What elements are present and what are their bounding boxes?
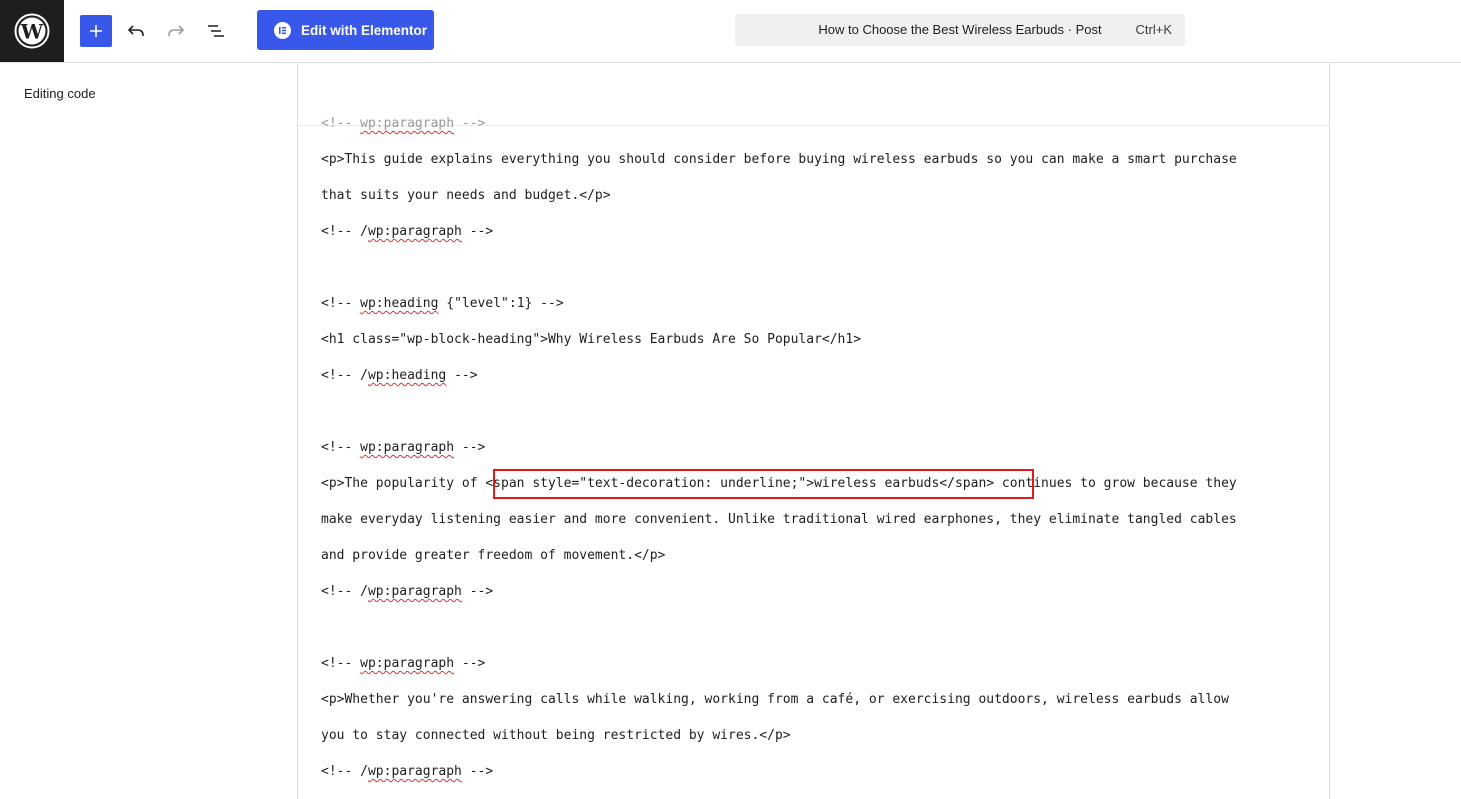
redo-button[interactable] — [160, 15, 192, 47]
redo-icon — [168, 25, 185, 36]
code-comment-open: <!-- / — [321, 764, 368, 779]
keyboard-shortcut: Ctrl+K — [1135, 22, 1172, 37]
code-comment-open: <!-- / — [321, 224, 368, 239]
code-comment-close: --> — [461, 224, 494, 239]
edit-with-elementor-button[interactable]: Edit with Elementor — [257, 10, 434, 50]
code-comment-close: --> — [461, 764, 494, 779]
document-overview-icon — [208, 25, 224, 37]
code-line: <!-- wp:heading {"level":1} --> — [321, 286, 1306, 322]
code-editor-textarea[interactable]: <!-- wp:paragraph --> <p>This guide expla… — [321, 106, 1306, 790]
code-line: <!-- /wp:heading --> — [321, 358, 1306, 394]
code-comment-close: {"level":1} --> — [438, 296, 564, 311]
svg-text:W: W — [20, 20, 44, 44]
command-palette-trigger[interactable]: How to Choose the Best Wireless Earbuds … — [735, 14, 1185, 46]
code-line: <!-- wp:paragraph --> — [321, 646, 1306, 682]
code-line: you to stay connected without being rest… — [321, 728, 791, 743]
block-name: wp:paragraph — [360, 440, 455, 455]
code-comment-close: --> — [454, 440, 486, 455]
elementor-icon — [274, 21, 291, 39]
plus-icon — [90, 25, 102, 37]
code-comment-open: <!-- — [321, 296, 361, 311]
code-line: <!-- wp:paragraph --> — [321, 106, 1306, 142]
block-name: wp:heading — [367, 368, 447, 383]
code-comment-open: <!-- — [321, 440, 361, 455]
code-comment-close: --> — [454, 116, 486, 131]
block-name: wp:heading — [360, 296, 439, 311]
code-line: <!-- wp:paragraph --> — [321, 430, 1306, 466]
editor-header: W Edit with Elementor How to Choose the … — [0, 0, 1461, 63]
code-comment-open: <!-- — [321, 116, 361, 131]
block-name: wp:paragraph — [360, 656, 455, 671]
editing-mode-label: Editing code — [24, 86, 96, 101]
code-comment-open: <!-- / — [321, 368, 368, 383]
document-overview-button[interactable] — [200, 15, 232, 47]
block-name: wp:paragraph — [367, 584, 462, 599]
code-comment-open: <!-- — [321, 656, 361, 671]
code-comment-close: --> — [454, 656, 486, 671]
document-title: How to Choose the Best Wireless Earbuds … — [818, 22, 1102, 37]
add-block-button[interactable] — [80, 15, 112, 47]
code-line: that suits your needs and budget.</p> — [321, 188, 611, 203]
block-name: wp:paragraph — [360, 116, 455, 131]
code-line: <h1 class="wp-block-heading">Why Wireles… — [321, 332, 862, 347]
code-line: <!-- /wp:paragraph --> — [321, 214, 1306, 250]
elementor-button-label: Edit with Elementor — [301, 22, 428, 38]
code-line: and provide greater freedom of movement.… — [321, 548, 666, 563]
block-name: wp:paragraph — [367, 224, 462, 239]
wordpress-logo-icon[interactable]: W — [0, 0, 64, 62]
undo-button[interactable] — [120, 15, 152, 47]
undo-icon — [127, 25, 144, 36]
code-comment-close: --> — [461, 584, 494, 599]
code-line: <p>This guide explains everything you sh… — [321, 152, 1237, 167]
code-line: <p>Whether you're answering calls while … — [321, 692, 1229, 707]
code-comment-close: --> — [446, 368, 478, 383]
code-line: <!-- /wp:paragraph --> — [321, 574, 1306, 610]
code-line: <p>The popularity of <span style="text-d… — [321, 476, 1237, 491]
code-comment-open: <!-- / — [321, 584, 368, 599]
code-line: make everyday listening easier and more … — [321, 512, 1237, 527]
block-name: wp:paragraph — [367, 764, 462, 779]
code-line: <!-- /wp:paragraph --> — [321, 754, 1306, 790]
